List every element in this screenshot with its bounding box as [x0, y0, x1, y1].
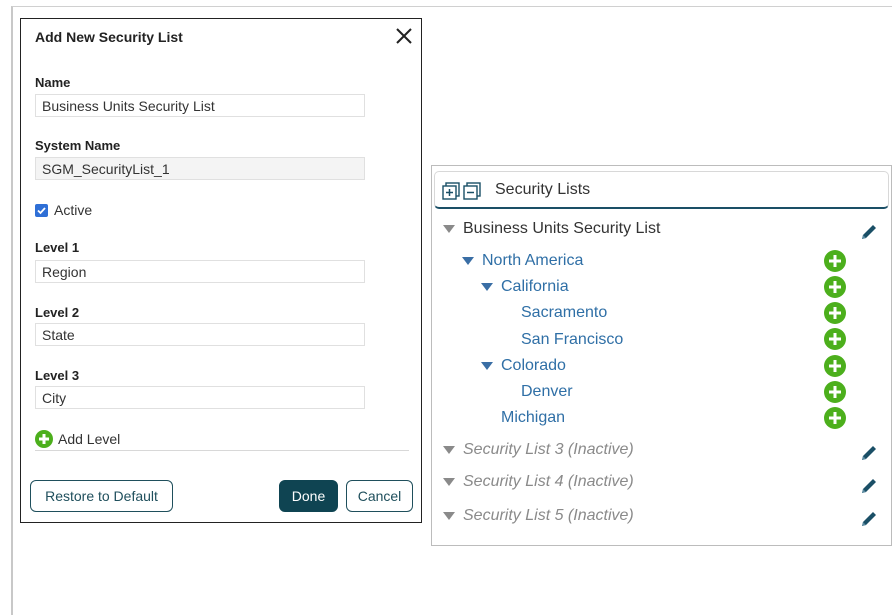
expand-arrow-icon[interactable]	[481, 283, 493, 291]
plus-circle-icon	[35, 430, 53, 448]
name-label: Name	[35, 75, 71, 90]
tree-node-colorado[interactable]: Colorado	[481, 357, 566, 375]
tree-node-label[interactable]: North America	[482, 252, 583, 270]
level-3-input[interactable]: City	[35, 386, 365, 409]
tree-node-security-list-5[interactable]: Security List 5 (Inactive)	[443, 507, 634, 525]
dialog-title: Add New Security List	[35, 29, 183, 45]
close-icon[interactable]	[393, 25, 415, 47]
tree-node-san-francisco[interactable]: San Francisco	[521, 331, 623, 349]
add-security-list-dialog: Add New Security List Name Business Unit…	[20, 18, 422, 523]
tree-node-denver[interactable]: Denver	[521, 383, 573, 401]
level-2-label: Level 2	[35, 305, 80, 320]
edit-pencil-icon[interactable]	[859, 222, 879, 242]
level-3-label: Level 3	[35, 368, 80, 383]
edit-pencil-icon[interactable]	[859, 476, 879, 496]
add-child-icon[interactable]	[824, 302, 846, 324]
system-name-input: SGM_SecurityList_1	[35, 157, 365, 180]
level-1-label: Level 1	[35, 240, 80, 255]
tree-node-california[interactable]: California	[481, 278, 569, 296]
tree-node-label: Security List 4 (Inactive)	[463, 473, 634, 490]
add-child-icon[interactable]	[824, 355, 846, 377]
expand-arrow-icon[interactable]	[462, 257, 474, 265]
expand-arrow-icon[interactable]	[443, 446, 455, 454]
level-2-input[interactable]: State	[35, 323, 365, 346]
tree-node-label[interactable]: California	[501, 278, 569, 296]
system-name-label: System Name	[35, 138, 121, 153]
tree-node-north-america[interactable]: North America	[462, 252, 583, 270]
panel-header: Security Lists	[434, 171, 889, 209]
restore-to-default-button[interactable]: Restore to Default	[30, 480, 173, 512]
security-lists-panel: Security Lists Business Units Security L…	[431, 165, 892, 546]
add-child-icon[interactable]	[824, 250, 846, 272]
expand-arrow-icon[interactable]	[443, 225, 455, 233]
done-button[interactable]: Done	[279, 480, 338, 512]
active-checkbox[interactable]	[35, 203, 48, 217]
tree-node-label[interactable]: Colorado	[501, 357, 566, 375]
tree-node-michigan[interactable]: Michigan	[501, 409, 565, 427]
add-child-icon[interactable]	[824, 276, 846, 298]
tree-node-label: Security List 5 (Inactive)	[463, 507, 634, 524]
tree-node-label: Security List 3 (Inactive)	[463, 441, 634, 458]
add-child-icon[interactable]	[824, 407, 846, 429]
expand-arrow-icon[interactable]	[443, 478, 455, 486]
expand-arrow-icon[interactable]	[443, 512, 455, 520]
add-child-icon[interactable]	[824, 328, 846, 350]
edit-pencil-icon[interactable]	[859, 443, 879, 463]
tree-node-sacramento[interactable]: Sacramento	[521, 304, 607, 322]
add-level-label: Add Level	[58, 431, 121, 447]
add-child-icon[interactable]	[824, 381, 846, 403]
tree-node-label[interactable]: Denver	[521, 383, 573, 401]
tree-node-business-units[interactable]: Business Units Security List	[443, 220, 660, 238]
cancel-button[interactable]: Cancel	[346, 480, 413, 512]
checkmark-icon	[37, 206, 46, 214]
panel-title: Security Lists	[495, 181, 591, 198]
name-input[interactable]: Business Units Security List	[35, 94, 365, 117]
collapse-all-icon[interactable]	[463, 182, 482, 201]
active-checkbox-row[interactable]: Active	[35, 202, 92, 218]
add-level-button[interactable]: Add Level	[35, 430, 120, 448]
edit-pencil-icon[interactable]	[859, 509, 879, 529]
expand-all-icon[interactable]	[442, 182, 461, 201]
tree-node-label[interactable]: San Francisco	[521, 331, 623, 349]
level-1-input[interactable]: Region	[35, 260, 365, 283]
tree-node-label: Business Units Security List	[463, 220, 661, 237]
tree-node-security-list-3[interactable]: Security List 3 (Inactive)	[443, 441, 634, 459]
tree-node-security-list-4[interactable]: Security List 4 (Inactive)	[443, 473, 634, 491]
divider	[35, 450, 409, 451]
tree-node-label[interactable]: Sacramento	[521, 304, 607, 322]
tree-node-label[interactable]: Michigan	[501, 409, 565, 427]
expand-arrow-icon[interactable]	[481, 362, 493, 370]
active-label: Active	[54, 202, 93, 218]
